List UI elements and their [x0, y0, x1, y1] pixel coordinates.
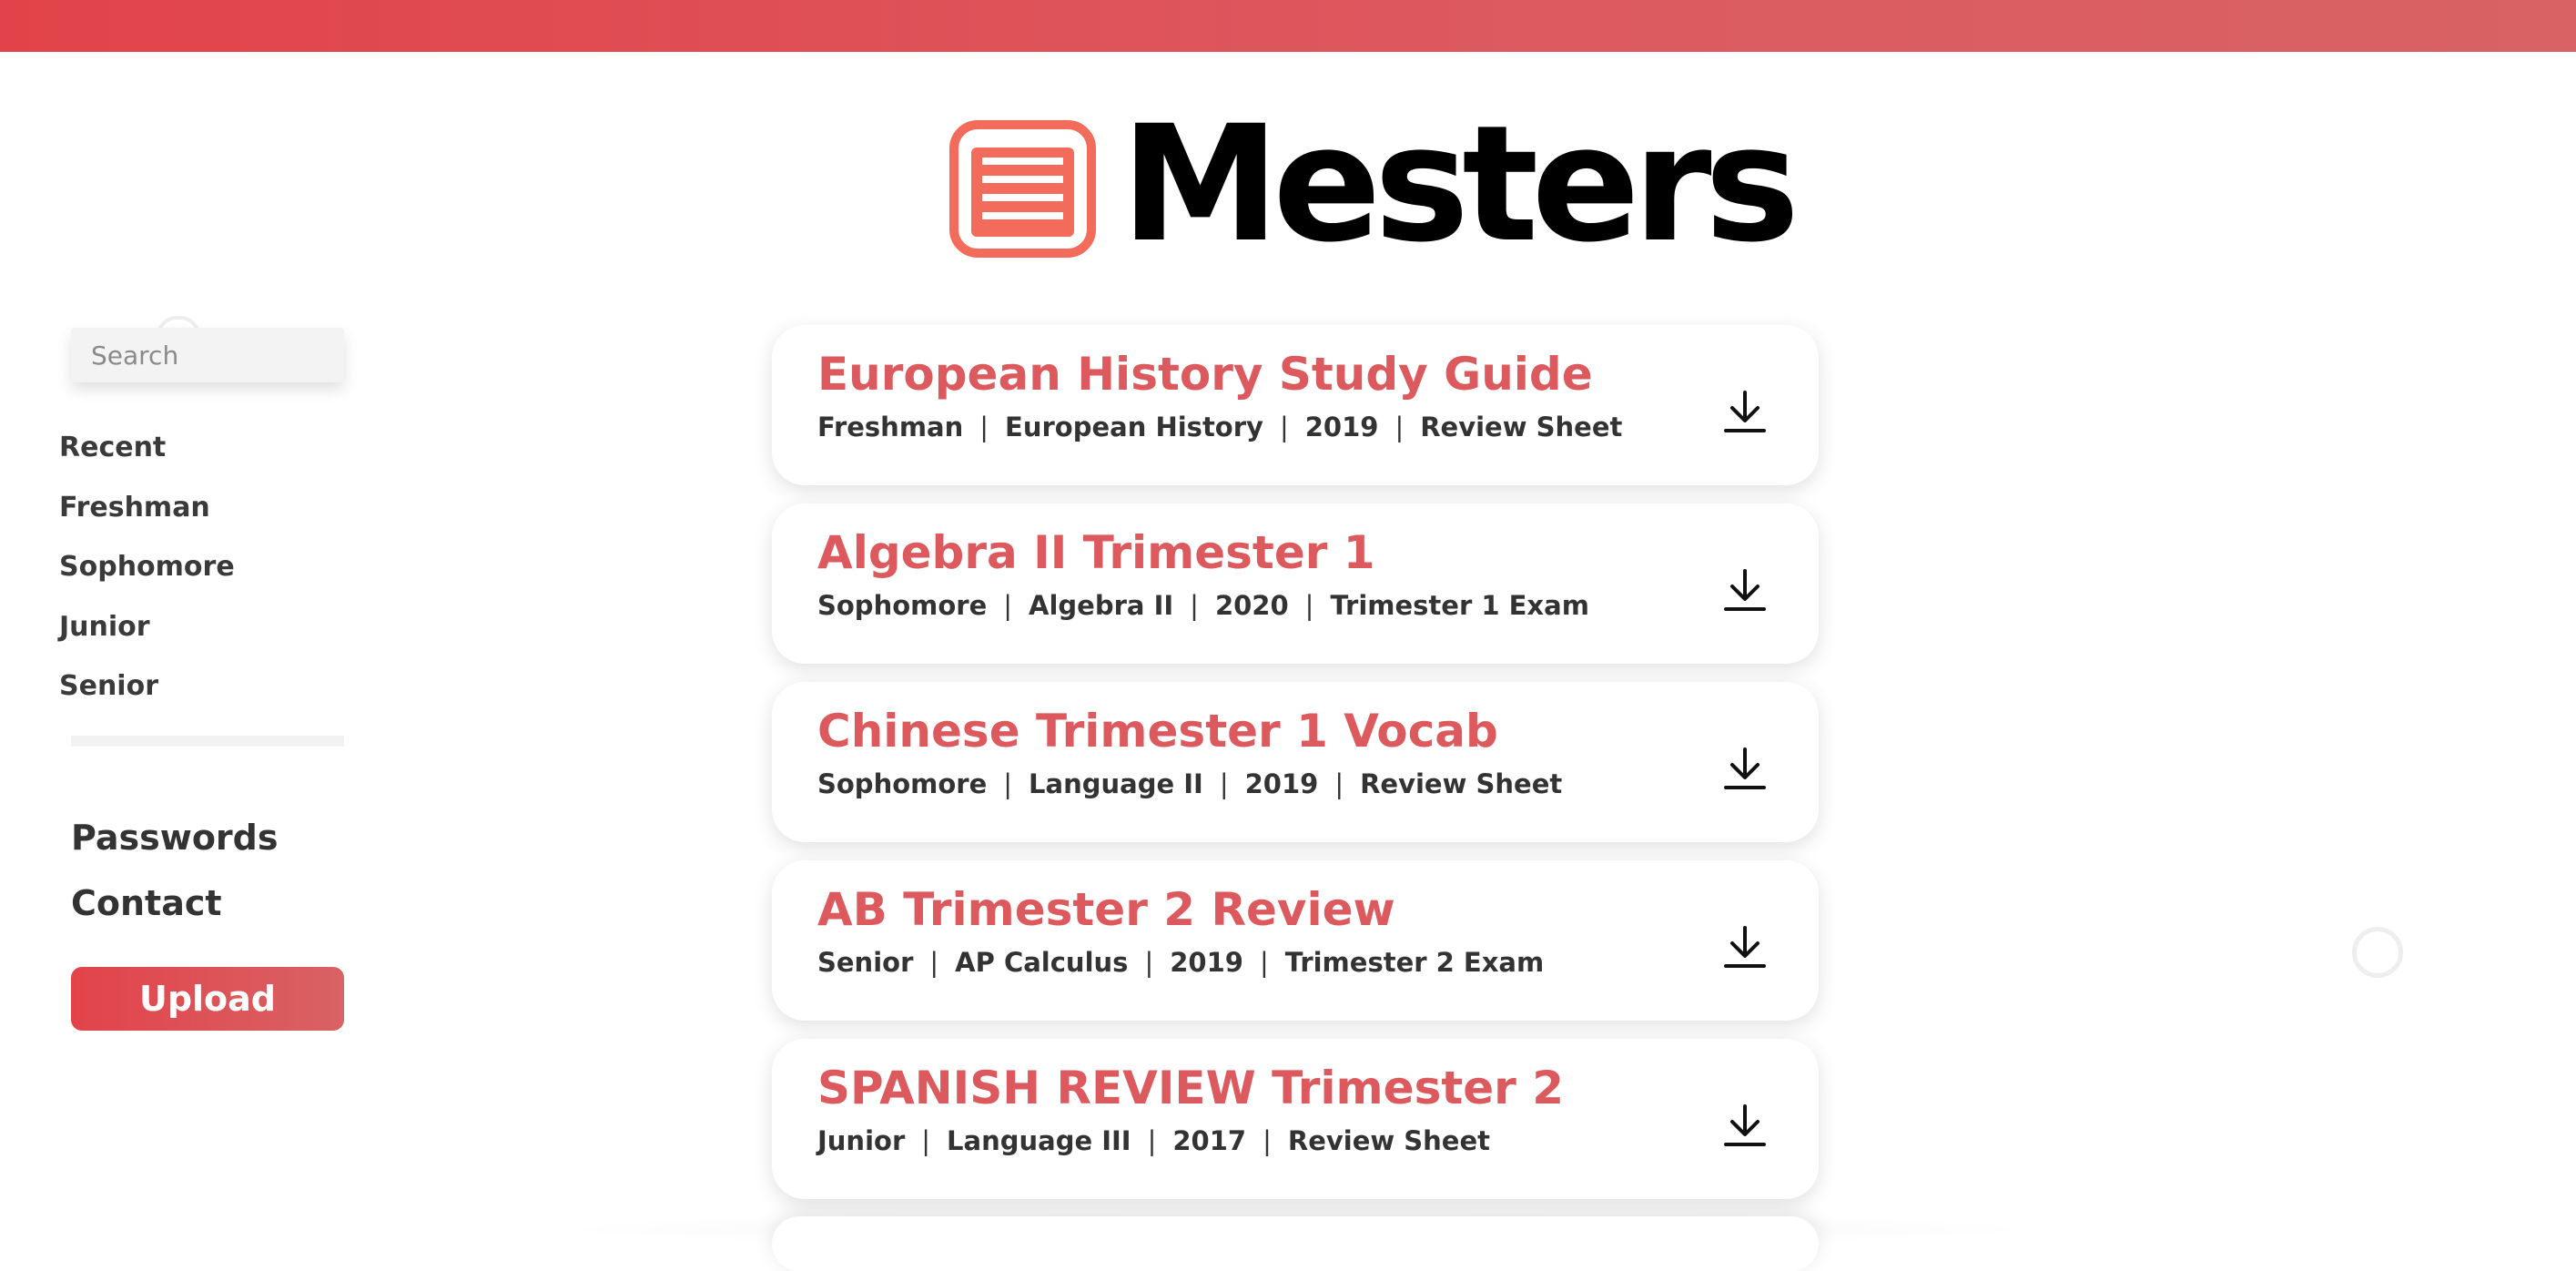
- sidebar-divider: [71, 736, 344, 747]
- document-type: Review Sheet: [1287, 1124, 1491, 1156]
- nav-item-freshman[interactable]: Freshman: [59, 488, 235, 548]
- document-subject: European History: [1005, 411, 1263, 442]
- meta-separator: |: [929, 946, 939, 978]
- document-type: Trimester 1 Exam: [1330, 589, 1589, 621]
- site-logo[interactable]: Mesters: [949, 105, 1800, 265]
- document-title[interactable]: AB Trimester 2 Review: [817, 886, 1819, 934]
- nav-item-senior[interactable]: Senior: [59, 666, 235, 727]
- document-subject: Algebra II: [1029, 589, 1174, 621]
- decorative-ring: [2352, 927, 2403, 978]
- grade-nav: Recent Freshman Sophomore Junior Senior: [59, 428, 235, 727]
- meta-separator: |: [1394, 411, 1405, 442]
- document-lines-icon: [949, 119, 1096, 258]
- download-icon[interactable]: [1724, 1103, 1766, 1148]
- download-icon[interactable]: [1724, 746, 1766, 791]
- document-type: Trimester 2 Exam: [1284, 946, 1545, 978]
- document-type: Review Sheet: [1360, 768, 1563, 799]
- document-card[interactable]: AB Trimester 2 Review Senior | AP Calculus…: [772, 860, 1819, 1021]
- document-year: 2017: [1172, 1124, 1247, 1156]
- nav-item-sophomore[interactable]: Sophomore: [59, 547, 235, 607]
- document-grade: Sophomore: [817, 768, 988, 799]
- document-card[interactable]: SPANISH REVIEW Trimester 2 Junior | Langua…: [772, 1039, 1819, 1199]
- document-title[interactable]: European History Study Guide: [817, 351, 1819, 399]
- meta-separator: |: [1003, 589, 1013, 621]
- document-card[interactable]: European History Study Guide Freshman | Eu…: [772, 325, 1819, 485]
- contact-link[interactable]: Contact: [71, 883, 222, 923]
- document-card-partial[interactable]: [772, 1216, 1819, 1271]
- meta-separator: |: [1263, 1124, 1272, 1156]
- document-card[interactable]: Chinese Trimester 1 Vocab Sophomore | Lang…: [772, 682, 1819, 842]
- document-meta: Junior | Language III | 2017 | Review Sheet: [817, 1125, 1819, 1156]
- document-grade: Freshman: [817, 411, 964, 442]
- search-input[interactable]: [89, 339, 344, 371]
- meta-separator: |: [1219, 768, 1229, 799]
- document-year: 2019: [1170, 946, 1243, 978]
- meta-separator: |: [1334, 768, 1344, 799]
- download-icon[interactable]: [1724, 567, 1766, 613]
- document-grade: Junior: [817, 1124, 906, 1156]
- meta-separator: |: [1190, 589, 1199, 621]
- nav-item-recent[interactable]: Recent: [59, 428, 235, 488]
- download-icon[interactable]: [1724, 924, 1766, 970]
- document-year: 2020: [1214, 589, 1289, 621]
- meta-separator: |: [1304, 589, 1314, 621]
- document-card[interactable]: Algebra II Trimester 1 Sophomore | Algebra…: [772, 503, 1819, 664]
- meta-separator: |: [1279, 411, 1289, 442]
- top-accent-bar: [0, 0, 2576, 52]
- meta-separator: |: [979, 411, 989, 442]
- document-title[interactable]: SPANISH REVIEW Trimester 2: [817, 1064, 1819, 1113]
- meta-separator: |: [1003, 768, 1013, 799]
- document-grade: Sophomore: [817, 589, 988, 621]
- meta-separator: |: [921, 1124, 931, 1156]
- brand-name: Mesters: [1121, 91, 1800, 278]
- document-grade: Senior: [817, 946, 914, 978]
- download-icon[interactable]: [1724, 389, 1766, 434]
- nav-item-junior[interactable]: Junior: [59, 607, 235, 667]
- document-subject: Language III: [947, 1124, 1131, 1156]
- upload-button[interactable]: Upload: [71, 967, 344, 1031]
- document-subject: AP Calculus: [955, 946, 1129, 978]
- document-type: Review Sheet: [1420, 411, 1623, 442]
- document-title[interactable]: Algebra II Trimester 1: [817, 529, 1819, 577]
- meta-separator: |: [1144, 946, 1154, 978]
- document-meta: Senior | AP Calculus | 2019 | Trimester 2 Exam: [817, 947, 1819, 978]
- passwords-link[interactable]: Passwords: [71, 818, 278, 858]
- document-subject: Language II: [1029, 768, 1203, 799]
- document-year: 2019: [1304, 411, 1379, 442]
- document-meta: Sophomore | Language II | 2019 | Review Sheet: [817, 768, 1819, 799]
- document-year: 2019: [1244, 768, 1319, 799]
- document-title[interactable]: Chinese Trimester 1 Vocab: [817, 707, 1819, 756]
- search-box[interactable]: [71, 328, 344, 382]
- meta-separator: |: [1259, 946, 1269, 978]
- document-meta: Freshman | European History | 2019 | Review Sh…: [817, 412, 1819, 442]
- meta-separator: |: [1147, 1124, 1157, 1156]
- document-meta: Sophomore | Algebra II | 2020 | Trimester 1 Ex…: [817, 590, 1819, 621]
- document-list: European History Study Guide Freshman | Eu…: [772, 325, 1819, 1217]
